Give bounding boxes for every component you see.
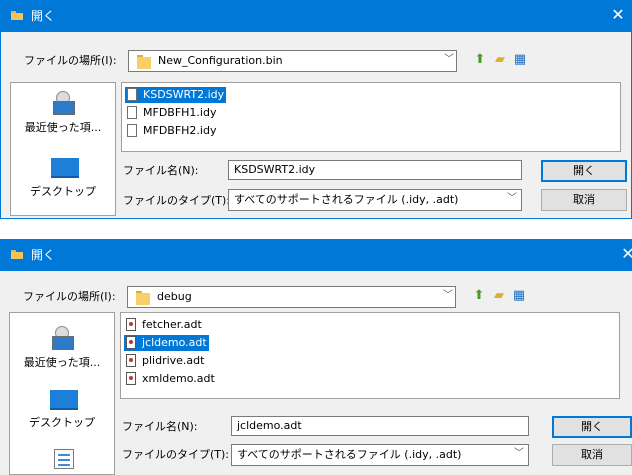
cancel-button[interactable]: 取消: [552, 444, 632, 466]
place-desktop-label: デスクトップ: [30, 185, 96, 198]
file-name: plidrive.adt: [142, 354, 205, 367]
close-icon[interactable]: ✕: [618, 244, 632, 264]
file-name: xmldemo.adt: [142, 372, 215, 385]
open-dialog-2: 開く ✕ ファイルの場所(I): debug ﹀ ⬆ ▰ ▦ 最近使った項...…: [0, 239, 632, 475]
title-bar[interactable]: 開く ✕: [1, 0, 631, 32]
places-bar: 最近使った項... デスクトップ: [10, 82, 116, 216]
filetype-combo[interactable]: すべてのサポートされるファイル (.idy, .adt) ﹀: [228, 189, 522, 211]
filename-input[interactable]: jcldemo.adt: [231, 416, 529, 436]
documents-icon: [54, 449, 74, 469]
gap: [0, 219, 632, 239]
list-item[interactable]: xmldemo.adt: [124, 371, 217, 387]
chevron-down-icon: ﹀: [514, 448, 524, 459]
file-icon: [127, 124, 137, 137]
list-item[interactable]: MFDBFH2.idy: [125, 123, 218, 139]
places-bar: 最近使った項... デスクトップ: [9, 312, 115, 475]
look-in-combo[interactable]: debug ﹀: [127, 286, 456, 308]
chevron-down-icon: ﹀: [444, 54, 454, 65]
place-documents[interactable]: [10, 445, 114, 474]
title-bar[interactable]: 開く ✕: [0, 239, 632, 271]
new-folder-icon[interactable]: ▰: [490, 287, 508, 305]
adt-file-icon: [126, 372, 136, 385]
open-dialog-1: 開く ✕ ファイルの場所(I): New_Configuration.bin ﹀…: [0, 0, 632, 219]
recent-items-icon: [51, 91, 77, 115]
view-menu-icon[interactable]: ▦: [510, 287, 528, 305]
file-name: MFDBFH2.idy: [143, 124, 217, 137]
folder-icon: [136, 289, 150, 305]
folder-icon: [11, 250, 23, 259]
filename-value: KSDSWRT2.idy: [234, 163, 316, 176]
place-recent-label: 最近使った項...: [23, 356, 101, 369]
dialog-title: 開く: [31, 248, 56, 262]
open-button[interactable]: 開く: [541, 160, 627, 182]
filetype-label: ファイルのタイプ(T):: [122, 448, 230, 461]
file-name: KSDSWRT2.idy: [143, 88, 225, 101]
place-recent[interactable]: 最近使った項...: [10, 313, 114, 385]
list-item[interactable]: fetcher.adt: [124, 317, 204, 333]
list-item[interactable]: KSDSWRT2.idy: [125, 87, 227, 103]
place-recent[interactable]: 最近使った項...: [11, 83, 115, 155]
file-list[interactable]: fetcher.adt jcldemo.adt plidrive.adt xml…: [120, 312, 620, 399]
place-desktop-label: デスクトップ: [29, 416, 95, 429]
chevron-down-icon: ﹀: [507, 193, 517, 204]
filetype-value: すべてのサポートされるファイル (.idy, .adt): [234, 193, 459, 206]
open-button[interactable]: 開く: [552, 416, 632, 438]
look-in-label: ファイルの場所(I):: [23, 290, 116, 303]
place-desktop[interactable]: デスクトップ: [10, 385, 114, 445]
chevron-down-icon: ﹀: [443, 290, 453, 301]
up-folder-icon[interactable]: ⬆: [471, 51, 489, 69]
recent-items-icon: [50, 326, 76, 350]
adt-file-icon: [126, 318, 136, 331]
adt-file-icon: [126, 354, 136, 367]
filetype-value: すべてのサポートされるファイル (.idy, .adt): [237, 448, 462, 461]
adt-file-icon: [126, 336, 136, 349]
folder-icon: [11, 11, 23, 20]
folder-icon: [137, 53, 151, 69]
look-in-value: New_Configuration.bin: [158, 54, 283, 67]
list-item[interactable]: MFDBFH1.idy: [125, 105, 218, 121]
desktop-icon: [51, 158, 79, 178]
filetype-combo[interactable]: すべてのサポートされるファイル (.idy, .adt) ﹀: [231, 444, 529, 466]
desktop-icon: [50, 390, 78, 410]
cancel-button[interactable]: 取消: [541, 189, 627, 211]
list-item[interactable]: jcldemo.adt: [124, 335, 209, 351]
look-in-label: ファイルの場所(I):: [24, 54, 117, 67]
view-menu-icon[interactable]: ▦: [511, 51, 529, 69]
filetype-label: ファイルのタイプ(T):: [123, 194, 231, 207]
filename-input[interactable]: KSDSWRT2.idy: [228, 160, 522, 180]
close-icon[interactable]: ✕: [608, 5, 628, 25]
up-folder-icon[interactable]: ⬆: [470, 287, 488, 305]
file-icon: [127, 88, 137, 101]
filename-value: jcldemo.adt: [237, 419, 302, 432]
file-name: jcldemo.adt: [142, 336, 207, 349]
file-name: MFDBFH1.idy: [143, 106, 217, 119]
file-list[interactable]: KSDSWRT2.idy MFDBFH1.idy MFDBFH2.idy: [121, 82, 621, 152]
list-item[interactable]: plidrive.adt: [124, 353, 206, 369]
file-icon: [127, 106, 137, 119]
filename-label: ファイル名(N):: [123, 164, 199, 177]
filename-label: ファイル名(N):: [122, 420, 198, 433]
look-in-combo[interactable]: New_Configuration.bin ﹀: [128, 50, 457, 72]
dialog-title: 開く: [31, 9, 56, 23]
new-folder-icon[interactable]: ▰: [491, 51, 509, 69]
file-name: fetcher.adt: [142, 318, 202, 331]
place-recent-label: 最近使った項...: [24, 121, 102, 134]
look-in-value: debug: [157, 290, 192, 303]
place-desktop[interactable]: デスクトップ: [11, 155, 115, 215]
